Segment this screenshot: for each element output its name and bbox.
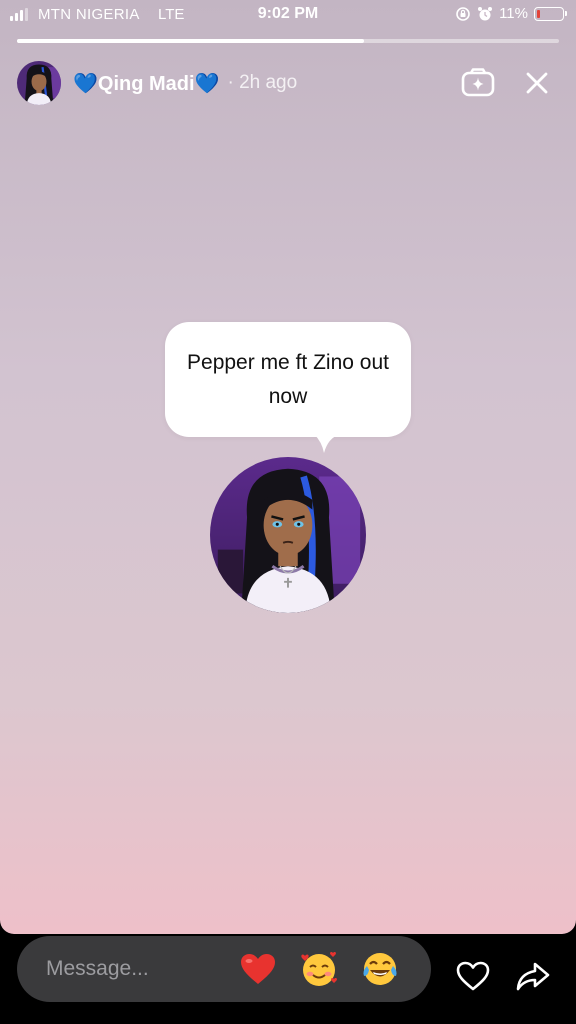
quick-reaction-laugh[interactable] xyxy=(357,946,403,992)
orientation-lock-icon xyxy=(456,6,470,21)
share-arrow-icon xyxy=(516,962,550,991)
message-placeholder: Message... xyxy=(46,957,149,980)
status-bar: MTN NIGERIA LTE 9:02 PM 11% xyxy=(0,0,576,30)
share-button[interactable] xyxy=(512,955,554,997)
quick-reaction-heart[interactable] xyxy=(235,946,281,992)
quick-reaction-love[interactable] xyxy=(296,946,342,992)
story-header: 💙Qing Madi💙 · 2h ago xyxy=(17,61,298,105)
story-progress-fill xyxy=(17,39,364,43)
story-username[interactable]: 💙Qing Madi💙 xyxy=(73,71,219,96)
smiling-face-with-hearts-icon xyxy=(301,952,337,986)
story-timestamp: · 2h ago xyxy=(227,72,298,93)
battery-icon xyxy=(534,6,567,21)
note-author-avatar[interactable] xyxy=(210,457,366,613)
effects-button[interactable] xyxy=(460,67,496,99)
alarm-icon xyxy=(478,6,493,20)
close-button[interactable] xyxy=(519,67,555,99)
battery-percentage: 11% xyxy=(499,5,528,22)
like-button[interactable] xyxy=(452,955,494,997)
story-progress-bar xyxy=(17,39,559,43)
face-with-tears-of-joy-icon xyxy=(363,953,397,985)
heart-outline-icon xyxy=(456,961,490,991)
effects-sparkle-icon xyxy=(461,68,495,97)
red-heart-icon xyxy=(241,954,275,984)
message-input[interactable]: Message... xyxy=(17,936,431,1002)
note-bubble-tail xyxy=(314,434,340,453)
battery-level xyxy=(537,9,540,18)
close-icon xyxy=(526,72,548,94)
note-text: Pepper me ft Zino out now xyxy=(187,350,389,408)
user-avatar[interactable] xyxy=(17,61,61,105)
story-background: MTN NIGERIA LTE 9:02 PM 11% 💙Qing Madi💙 … xyxy=(0,0,576,934)
note-bubble[interactable]: Pepper me ft Zino out now xyxy=(165,322,411,437)
